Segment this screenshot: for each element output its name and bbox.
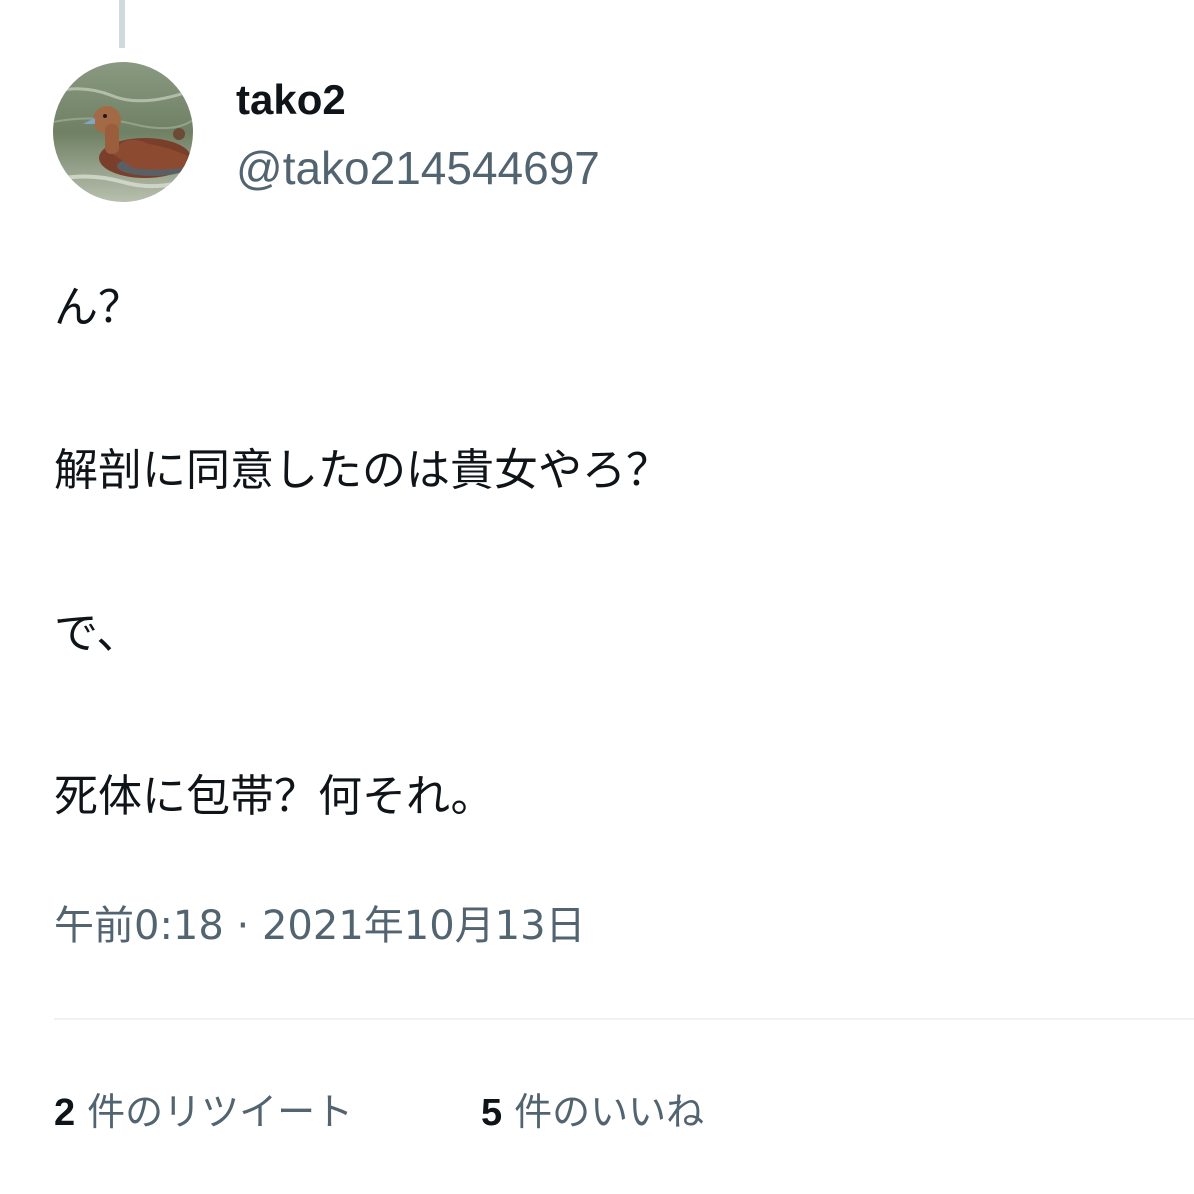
tweet-timestamp[interactable]: 午前0:18 · 2021年10月13日 — [54, 898, 586, 954]
duck-photo-avatar-icon — [53, 62, 193, 202]
tweet-text: ん？ 解剖に同意したのは貴女やろ？ で、 死体に包帯？何それ。 — [54, 278, 1154, 827]
tweet-line: 死体に包帯？何それ。 — [54, 771, 495, 822]
retweet-count: 2 — [54, 1092, 76, 1134]
tweet-line: で、 — [54, 608, 141, 659]
like-count: 5 — [481, 1092, 503, 1134]
tweet-line: 解剖に同意したのは貴女やろ？ — [54, 445, 670, 496]
user-handle[interactable]: @tako214544697 — [236, 140, 600, 196]
thread-connector-line — [119, 0, 125, 48]
tweet-line: ん？ — [54, 282, 142, 333]
like-label: 件のいいね — [514, 1090, 705, 1134]
avatar[interactable] — [53, 62, 193, 202]
divider — [54, 1018, 1194, 1020]
display-name[interactable]: tako2 — [236, 74, 346, 126]
engagement-stats: 2 件のリツイート 5 件のいいね — [0, 1084, 1194, 1140]
retweet-label: 件のリツイート — [87, 1090, 354, 1134]
likes-stat[interactable]: 5 件のいいね — [481, 1084, 704, 1141]
retweets-stat[interactable]: 2 件のリツイート — [54, 1084, 353, 1141]
